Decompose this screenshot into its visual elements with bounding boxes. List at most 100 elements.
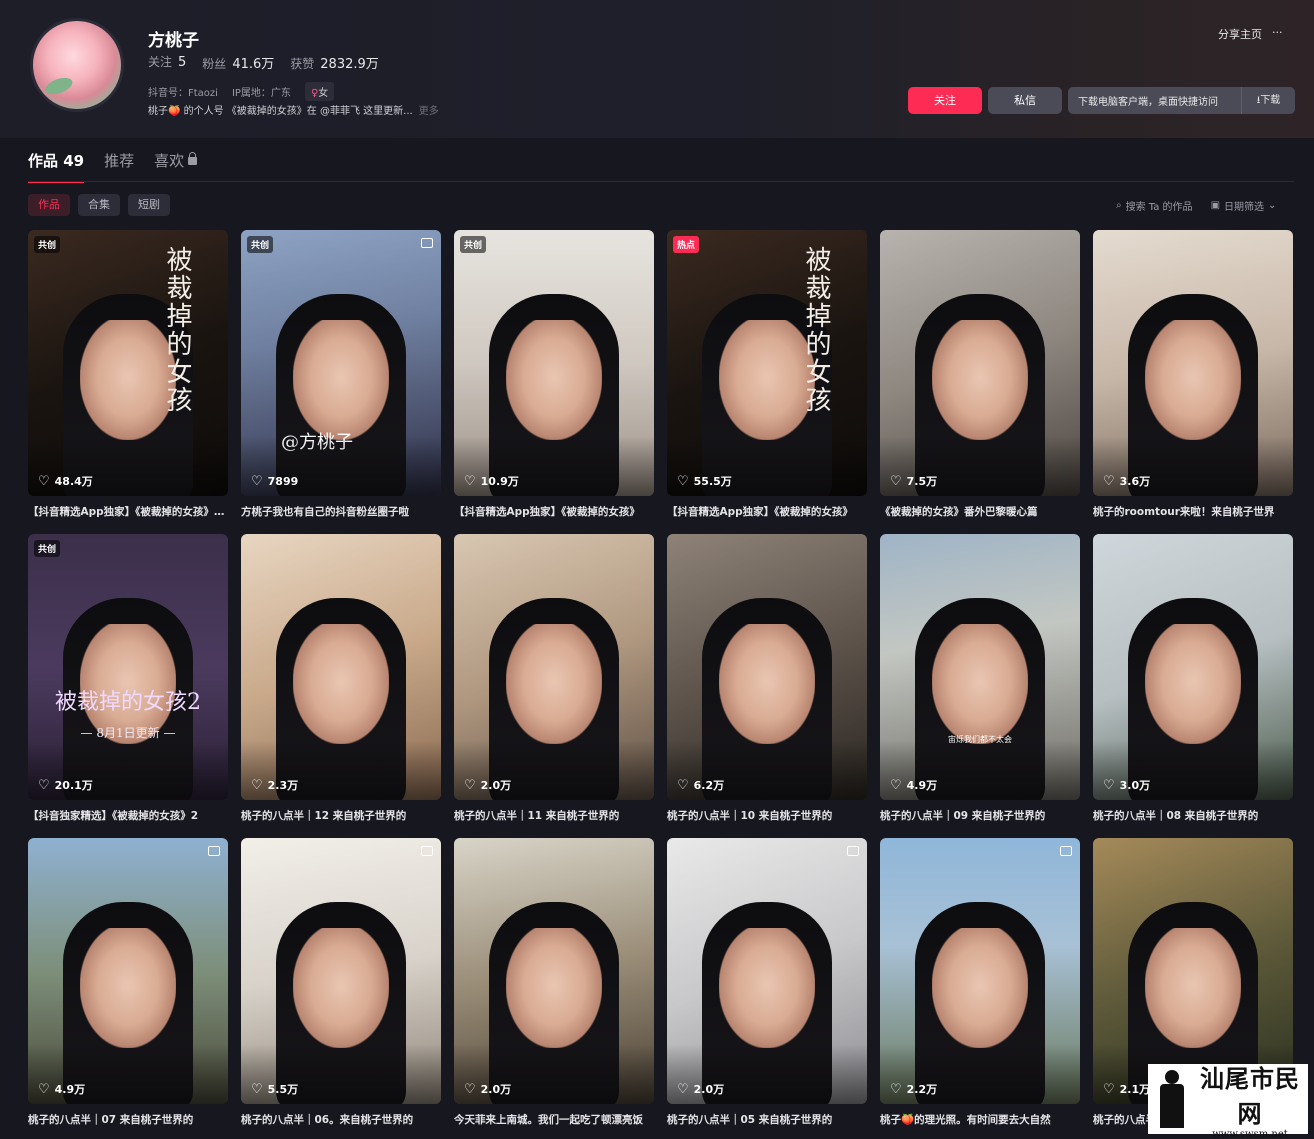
video-card[interactable]: ♡ 2.3万桃子的八点半｜12 来自桃子世界的 <box>241 534 441 823</box>
poster-title: 被裁掉的女孩 <box>162 246 192 414</box>
download-client-text: 下载电脑客户端，桌面快捷访问 <box>1078 97 1218 108</box>
heart-icon: ♡ <box>677 777 689 793</box>
more-options-icon[interactable]: ··· <box>1272 26 1283 42</box>
thumbnail-portrait-face <box>1145 928 1241 1049</box>
follow-button[interactable]: 关注 <box>908 87 982 114</box>
video-card[interactable]: ♡ 2.0万今天菲来上南城。我们一起吃了顿漂亮饭 <box>454 838 654 1127</box>
following-stat[interactable]: 关注 5 <box>148 53 186 72</box>
share-profile-button[interactable]: 分享主页 <box>1218 26 1262 42</box>
heart-icon: ♡ <box>38 473 50 489</box>
video-card[interactable]: ♡ 5.5万桃子的八点半｜06。来自桃子世界的 <box>241 838 441 1127</box>
like-count-text: 4.9万 <box>54 1083 86 1096</box>
co-create-badge: 共创 <box>247 236 274 253</box>
date-filter-button[interactable]: ▣ 日期筛选 ⌄ <box>1211 198 1277 213</box>
like-count-text: 4.9万 <box>906 779 938 792</box>
video-caption[interactable]: 今天菲来上南城。我们一起吃了顿漂亮饭 <box>454 1112 654 1127</box>
like-count-text: 2.0万 <box>693 1083 725 1096</box>
download-button[interactable]: ⭳下载 <box>1241 87 1295 114</box>
thumbnail-portrait-face <box>932 928 1028 1049</box>
video-card[interactable]: ♡ 6.2万桃子的八点半｜10 来自桃子世界的 <box>667 534 867 823</box>
video-card[interactable]: ♡ 4.9万桃子的八点半｜07 来自桃子世界的 <box>28 838 228 1127</box>
video-thumbnail[interactable]: ♡ 2.0万 <box>454 838 654 1104</box>
heart-icon: ♡ <box>38 1081 50 1097</box>
video-caption[interactable]: 【抖音独家精选】《被裁掉的女孩》2 <box>28 808 228 823</box>
likes-stat: 获赞 2832.9万 <box>290 57 379 72</box>
video-thumbnail[interactable]: ♡ 7.5万 <box>880 230 1080 496</box>
video-like-count: ♡ 2.3万 <box>251 777 298 793</box>
video-thumbnail[interactable]: 被裁掉的女孩 热点 ♡ 55.5万 <box>667 230 867 496</box>
video-card[interactable]: 被裁掉的女孩 共创 ♡ 48.4万【抖音精选App独家】《被裁掉的女孩》第二集 <box>28 230 228 519</box>
video-card[interactable]: ♡ 2.0万桃子的八点半｜11 来自桃子世界的 <box>454 534 654 823</box>
tab-works[interactable]: 作品 49 <box>28 150 85 183</box>
video-card[interactable]: 被裁掉的女孩2— 8月1日更新 — 共创 ♡ 20.1万【抖音独家精选】《被裁掉的女孩… <box>28 534 228 823</box>
image-set-icon <box>421 846 433 856</box>
thumbnail-portrait-face <box>932 320 1028 441</box>
message-button[interactable]: 私信 <box>988 87 1062 114</box>
video-thumbnail[interactable]: ♡ 2.0万 <box>667 838 867 1104</box>
video-card[interactable]: ♡ 3.0万桃子的八点半｜08 来自桃子世界的 <box>1093 534 1293 823</box>
poster-title: 被裁掉的女孩 <box>801 246 831 414</box>
image-set-icon <box>421 238 433 248</box>
video-caption[interactable]: 桃子的八点半｜10 来自桃子世界的 <box>667 808 867 823</box>
video-caption[interactable]: 桃子的八点半｜07 来自桃子世界的 <box>28 1112 228 1127</box>
video-caption[interactable]: 桃子的八点半｜11 来自桃子世界的 <box>454 808 654 823</box>
video-like-count: ♡ 2.0万 <box>464 1081 511 1097</box>
video-caption[interactable]: 桃子的八点半｜05 来自桃子世界的 <box>667 1112 867 1127</box>
video-thumbnail[interactable]: ♡ 6.2万 <box>667 534 867 800</box>
video-caption[interactable]: 【抖音精选App独家】《被裁掉的女孩》 <box>667 504 867 519</box>
chip-works[interactable]: 作品 <box>28 194 70 216</box>
like-count-text: 2.0万 <box>480 779 512 792</box>
video-thumbnail[interactable]: @方桃子共创♡7899 <box>241 230 441 496</box>
video-like-count: ♡ 3.0万 <box>1103 777 1150 793</box>
video-thumbnail[interactable]: ♡ 2.3万 <box>241 534 441 800</box>
video-card[interactable]: 被裁掉的女孩 热点 ♡ 55.5万【抖音精选App独家】《被裁掉的女孩》 <box>667 230 867 519</box>
video-caption[interactable]: 【抖音精选App独家】《被裁掉的女孩》第二集 <box>28 504 228 519</box>
works-toolbar: ⌕ 搜索 Ta 的作品 ▣ 日期筛选 ⌄ <box>1116 198 1276 213</box>
avatar[interactable] <box>30 18 124 112</box>
video-caption[interactable]: 桃子的roomtour来啦！来自桃子世界 <box>1093 504 1293 519</box>
video-thumbnail[interactable]: ♡ 2.0万 <box>454 534 654 800</box>
video-thumbnail[interactable]: 被裁掉的女孩 共创 ♡ 48.4万 <box>28 230 228 496</box>
thumbnail-portrait-face <box>293 320 389 441</box>
video-thumbnail[interactable]: 宙烁我们都不太会♡4.9万 <box>880 534 1080 800</box>
video-thumbnail[interactable]: ♡ 2.2万 <box>880 838 1080 1104</box>
video-caption[interactable]: 桃子的八点半｜08 来自桃子世界的 <box>1093 808 1293 823</box>
thumbnail-portrait-face <box>80 928 176 1049</box>
followers-stat[interactable]: 粉丝 41.6万 <box>202 53 274 72</box>
like-count-text: 20.1万 <box>54 779 93 792</box>
video-thumbnail[interactable]: 被裁掉的女孩2— 8月1日更新 — 共创 ♡ 20.1万 <box>28 534 228 800</box>
video-caption[interactable]: 桃子的八点半｜09 来自桃子世界的 <box>880 808 1080 823</box>
video-caption[interactable]: 桃子的八点半｜12 来自桃子世界的 <box>241 808 441 823</box>
image-set-icon <box>208 846 220 856</box>
video-caption[interactable]: 方桃子我也有自己的抖音粉丝圈子啦 <box>241 504 441 519</box>
video-card[interactable]: ♡ 7.5万《被裁掉的女孩》番外巴黎暖心篇 <box>880 230 1080 519</box>
tabs-divider <box>28 181 1294 182</box>
bio-more-link[interactable]: 更多 <box>419 106 439 117</box>
video-thumbnail[interactable]: ♡ 4.9万 <box>28 838 228 1104</box>
tab-recommend[interactable]: 推荐 <box>104 150 134 171</box>
search-works-button[interactable]: ⌕ 搜索 Ta 的作品 <box>1116 198 1193 213</box>
video-thumbnail[interactable]: ♡ 3.6万 <box>1093 230 1293 496</box>
video-caption[interactable]: 《被裁掉的女孩》番外巴黎暖心篇 <box>880 504 1080 519</box>
video-card[interactable]: ♡ 2.0万桃子的八点半｜05 来自桃子世界的 <box>667 838 867 1127</box>
video-like-count: ♡ 10.9万 <box>464 473 519 489</box>
chip-short-drama[interactable]: 短剧 <box>128 194 170 216</box>
chip-collections[interactable]: 合集 <box>78 194 120 216</box>
video-thumbnail[interactable]: ♡ 5.5万 <box>241 838 441 1104</box>
like-count-text: 2.2万 <box>906 1083 938 1096</box>
like-count-text: 7.5万 <box>906 475 938 488</box>
video-card[interactable]: @方桃子共创♡7899 方桃子我也有自己的抖音粉丝圈子啦 <box>241 230 441 519</box>
video-thumbnail[interactable]: 共创 ♡ 10.9万 <box>454 230 654 496</box>
video-card[interactable]: 宙烁我们都不太会♡4.9万桃子的八点半｜09 来自桃子世界的 <box>880 534 1080 823</box>
video-card[interactable]: 共创 ♡ 10.9万【抖音精选App独家】《被裁掉的女孩》 <box>454 230 654 519</box>
video-card[interactable]: ♡ 2.2万桃子🍑的理光照。有时间要去大自然 <box>880 838 1080 1127</box>
tab-likes[interactable]: 喜欢 <box>154 150 198 171</box>
heart-icon: ♡ <box>890 1081 902 1097</box>
video-caption[interactable]: 桃子的八点半｜06。来自桃子世界的 <box>241 1112 441 1127</box>
video-caption[interactable]: 【抖音精选App独家】《被裁掉的女孩》 <box>454 504 654 519</box>
video-caption[interactable]: 桃子🍑的理光照。有时间要去大自然 <box>880 1112 1080 1127</box>
video-thumbnail[interactable]: ♡ 3.0万 <box>1093 534 1293 800</box>
download-client-banner[interactable]: 下载电脑客户端，桌面快捷访问 ⭳下载 <box>1068 87 1295 114</box>
video-card[interactable]: ♡ 3.6万桃子的roomtour来啦！来自桃子世界 <box>1093 230 1293 519</box>
like-count-text: 6.2万 <box>693 779 725 792</box>
